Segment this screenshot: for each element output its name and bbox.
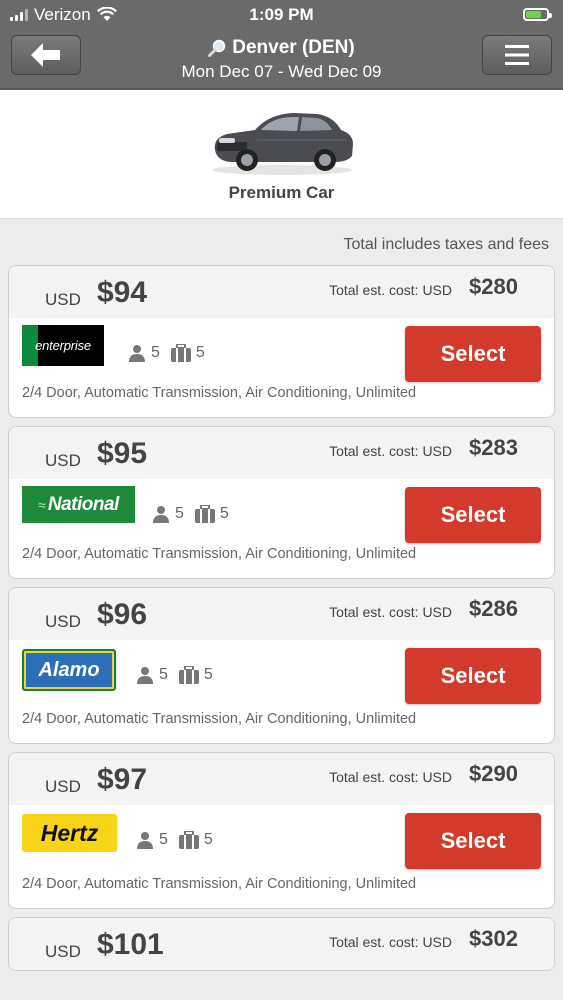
daily-price: $101	[97, 928, 164, 961]
bag-count: 5	[195, 344, 205, 361]
offer-card: USD $94 Total est. cost: USD $280 enterp…	[8, 265, 555, 418]
car-class-name: Premium Car	[228, 183, 335, 202]
location-name: Denver (DEN)	[232, 37, 355, 58]
total-cost: $283	[469, 435, 518, 460]
daily-price: $94	[97, 276, 148, 309]
passenger-count: 5	[159, 666, 168, 683]
total-cost-label: Total est. cost: USD	[329, 282, 452, 298]
capacity-info: 5 5	[135, 666, 213, 684]
car-features: 2/4 Door, Automatic Transmission, Air Co…	[22, 711, 417, 727]
price-currency: USD	[45, 777, 81, 796]
vendor-logo-alamo: Alamo	[22, 649, 116, 691]
app-header: Denver (DEN) Mon Dec 07 - Wed Dec 09	[0, 29, 563, 90]
vendor-logo-hertz: Hertz	[22, 814, 117, 852]
select-button[interactable]: Select	[405, 326, 541, 382]
total-cost: $302	[469, 926, 518, 951]
luggage-icon	[194, 505, 215, 523]
vendor-logo-national: ≈ National	[22, 486, 135, 523]
offer-card: USD $97 Total est. cost: USD $290 Hertz …	[8, 752, 555, 909]
bag-count: 5	[203, 831, 213, 848]
person-icon	[129, 345, 145, 362]
luggage-icon	[178, 831, 199, 849]
luggage-icon	[170, 344, 191, 362]
person-icon	[137, 667, 153, 684]
select-button[interactable]: Select	[405, 487, 541, 543]
daily-price: $96	[97, 598, 148, 631]
offer-list: USD $94 Total est. cost: USD $280 enterp…	[0, 265, 563, 971]
passenger-count: 5	[159, 831, 168, 848]
price-currency: USD	[45, 942, 81, 961]
total-cost-label: Total est. cost: USD	[329, 604, 452, 620]
passenger-count: 5	[175, 505, 184, 522]
battery-icon	[523, 8, 552, 21]
person-icon	[137, 832, 153, 849]
rental-dates: Mon Dec 07 - Wed Dec 09	[181, 62, 382, 81]
taxes-note: Total includes taxes and fees	[343, 236, 549, 253]
total-cost-label: Total est. cost: USD	[329, 769, 452, 785]
offer-card: USD $95 Total est. cost: USD $283 ≈ Nati…	[8, 426, 555, 579]
carrier-name: Verizon	[34, 4, 91, 24]
luggage-icon	[178, 666, 199, 684]
capacity-info: 5 5	[135, 831, 213, 849]
status-bar: Verizon 1:09 PM	[0, 0, 563, 29]
person-icon	[153, 506, 169, 523]
hamburger-menu-icon	[505, 45, 529, 65]
offer-card: USD $96 Total est. cost: USD $286 Alamo …	[8, 587, 555, 744]
bag-count: 5	[219, 505, 229, 522]
total-cost-label: Total est. cost: USD	[329, 934, 452, 950]
price-currency: USD	[45, 290, 81, 309]
total-cost-label: Total est. cost: USD	[329, 443, 452, 459]
bag-count: 5	[203, 666, 213, 683]
offer-card: USD $101 Total est. cost: USD $302	[8, 917, 555, 971]
capacity-info: 5 5	[151, 505, 229, 523]
search-icon	[208, 39, 226, 57]
total-cost: $280	[469, 274, 518, 299]
car-features: 2/4 Door, Automatic Transmission, Air Co…	[22, 385, 417, 401]
wifi-icon	[96, 7, 117, 21]
price-currency: USD	[45, 612, 81, 631]
header-title: Denver (DEN) Mon Dec 07 - Wed Dec 09	[0, 37, 563, 82]
vendor-logo-enterprise: enterprise	[22, 325, 104, 366]
menu-button[interactable]	[482, 35, 552, 75]
car-image	[211, 113, 353, 175]
select-button[interactable]: Select	[405, 813, 541, 869]
car-features: 2/4 Door, Automatic Transmission, Air Co…	[22, 876, 417, 892]
passenger-count: 5	[151, 344, 160, 361]
price-currency: USD	[45, 451, 81, 470]
car-class-summary: Premium Car	[0, 90, 563, 219]
total-cost: $286	[469, 596, 518, 621]
daily-price: $95	[97, 437, 148, 470]
car-features: 2/4 Door, Automatic Transmission, Air Co…	[22, 546, 417, 562]
daily-price: $97	[97, 763, 148, 796]
select-button[interactable]: Select	[405, 648, 541, 704]
total-cost: $290	[469, 761, 518, 786]
signal-icon	[10, 8, 28, 21]
capacity-info: 5 5	[127, 344, 205, 362]
